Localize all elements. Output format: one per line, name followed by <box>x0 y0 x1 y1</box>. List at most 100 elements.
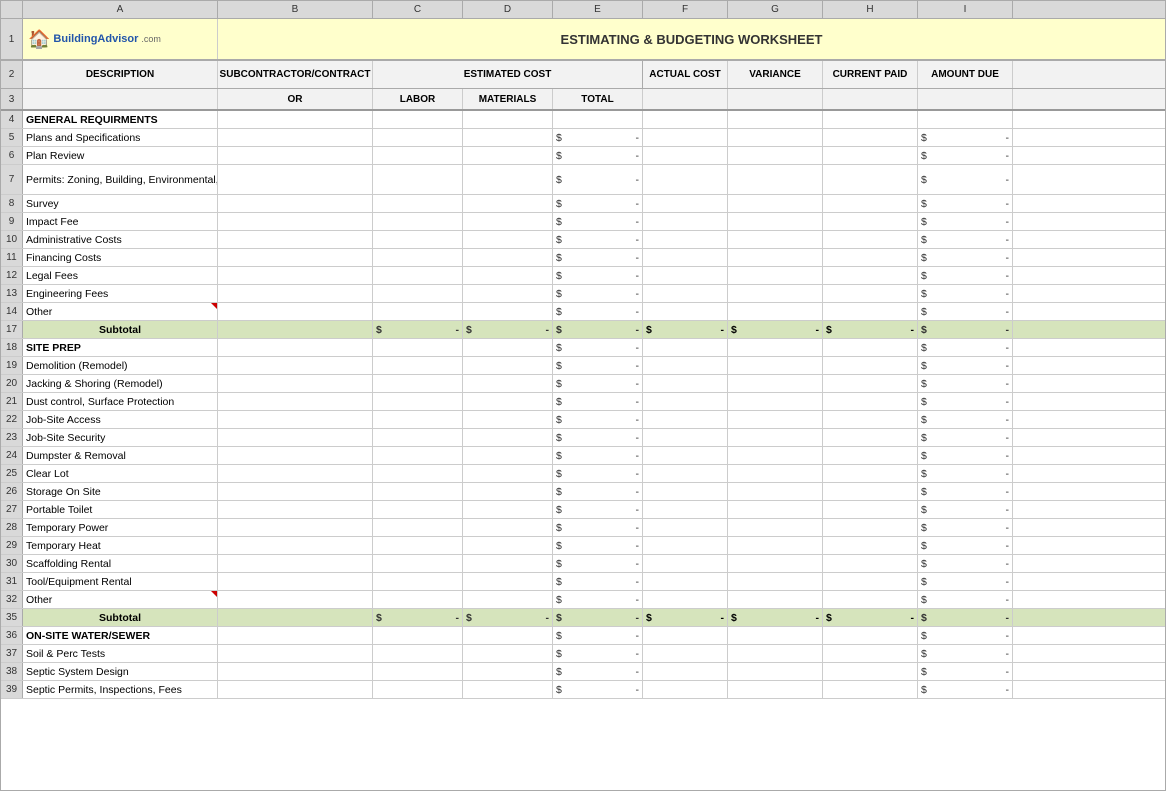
cell-actual-cost <box>643 555 728 572</box>
cell-variance <box>728 129 823 146</box>
cell-amount-due: $- <box>918 231 1013 248</box>
row-num: 32 <box>1 591 23 608</box>
cell-subcontractor <box>218 339 373 356</box>
cell-actual-cost: $- <box>643 609 728 626</box>
cell-materials: $- <box>463 609 553 626</box>
logo-com: .com <box>141 34 161 44</box>
table-row: 38Septic System Design$-$- <box>1 663 1165 681</box>
cell-labor <box>373 501 463 518</box>
header-description: DESCRIPTION <box>23 61 218 88</box>
cell-labor <box>373 447 463 464</box>
cell-amount-due <box>918 111 1013 128</box>
cell-labor <box>373 165 463 194</box>
cell-amount-due: $- <box>918 357 1013 374</box>
col-header-f: F <box>643 1 728 18</box>
cell-total: $- <box>553 681 643 698</box>
logo: 🏠 BuildingAdvisor .com <box>28 29 161 50</box>
cell-actual-cost <box>643 573 728 590</box>
cell-amount-due: $- <box>918 321 1013 338</box>
cell-description: SITE PREP <box>23 339 218 356</box>
table-row: 36ON-SITE WATER/SEWER$-$- <box>1 627 1165 645</box>
cell-description: Permits: Zoning, Building, Environmental… <box>23 165 218 194</box>
cell-current-paid <box>823 501 918 518</box>
cell-variance <box>728 681 823 698</box>
cell-actual-cost <box>643 147 728 164</box>
cell-actual-cost <box>643 231 728 248</box>
row-num: 29 <box>1 537 23 554</box>
cell-description: Financing Costs <box>23 249 218 266</box>
cell-current-paid <box>823 429 918 446</box>
cell-variance <box>728 393 823 410</box>
cell-current-paid <box>823 303 918 320</box>
row-num: 4 <box>1 111 23 128</box>
cell-subcontractor <box>218 321 373 338</box>
cell-materials <box>463 285 553 302</box>
cell-current-paid <box>823 231 918 248</box>
cell-labor <box>373 147 463 164</box>
cell-labor <box>373 465 463 482</box>
cell-total: $- <box>553 165 643 194</box>
cell-actual-cost <box>643 681 728 698</box>
cell-labor <box>373 339 463 356</box>
cell-materials <box>463 681 553 698</box>
cell-description: Survey <box>23 195 218 212</box>
cell-subcontractor <box>218 411 373 428</box>
table-row: 20Jacking & Shoring (Remodel)$-$- <box>1 375 1165 393</box>
cell-labor <box>373 537 463 554</box>
col-header-c: C <box>373 1 463 18</box>
col-header-rn <box>1 1 23 18</box>
row-num: 12 <box>1 267 23 284</box>
cell-actual-cost <box>643 165 728 194</box>
cell-materials <box>463 231 553 248</box>
cell-materials <box>463 411 553 428</box>
cell-materials <box>463 339 553 356</box>
cell-subcontractor <box>218 627 373 644</box>
cell-current-paid <box>823 165 918 194</box>
cell-variance <box>728 555 823 572</box>
table-row: 21Dust control, Surface Protection$-$- <box>1 393 1165 411</box>
cell-current-paid <box>823 129 918 146</box>
cell-amount-due: $- <box>918 609 1013 626</box>
cell-description: Dumpster & Removal <box>23 447 218 464</box>
cell-total: $- <box>553 501 643 518</box>
table-row: 29Temporary Heat$-$- <box>1 537 1165 555</box>
cell-subcontractor <box>218 483 373 500</box>
cell-total: $- <box>553 147 643 164</box>
cell-materials <box>463 591 553 608</box>
cell-materials <box>463 501 553 518</box>
cell-total: $- <box>553 573 643 590</box>
cell-description: Scaffolding Rental <box>23 555 218 572</box>
cell-subcontractor <box>218 111 373 128</box>
cell-current-paid <box>823 465 918 482</box>
table-row: 39Septic Permits, Inspections, Fees$-$- <box>1 681 1165 699</box>
cell-description: GENERAL REQUIRMENTS <box>23 111 218 128</box>
cell-description: Impact Fee <box>23 213 218 230</box>
table-row: 19Demolition (Remodel)$-$- <box>1 357 1165 375</box>
cell-total: $- <box>553 519 643 536</box>
row-num: 18 <box>1 339 23 356</box>
cell-subcontractor <box>218 645 373 662</box>
cell-description: Demolition (Remodel) <box>23 357 218 374</box>
cell-actual-cost <box>643 591 728 608</box>
cell-amount-due: $- <box>918 285 1013 302</box>
cell-labor <box>373 429 463 446</box>
cell-current-paid <box>823 357 918 374</box>
cell-amount-due: $- <box>918 303 1013 320</box>
cell-materials <box>463 645 553 662</box>
table-row: 4GENERAL REQUIRMENTS <box>1 111 1165 129</box>
table-row: 11Financing Costs$-$- <box>1 249 1165 267</box>
cell-variance <box>728 519 823 536</box>
cell-materials <box>463 213 553 230</box>
cell-amount-due: $- <box>918 429 1013 446</box>
cell-actual-cost <box>643 129 728 146</box>
row-num: 5 <box>1 129 23 146</box>
cell-materials <box>463 429 553 446</box>
cell-amount-due: $- <box>918 195 1013 212</box>
cell-actual-cost <box>643 303 728 320</box>
header-estimated-cost: ESTIMATED COST <box>373 61 643 88</box>
cell-variance <box>728 375 823 392</box>
cell-total: $- <box>553 555 643 572</box>
cell-variance <box>728 447 823 464</box>
header-subcontractor: SUBCONTRACTOR/CONTRACT <box>218 61 373 88</box>
cell-actual-cost <box>643 213 728 230</box>
